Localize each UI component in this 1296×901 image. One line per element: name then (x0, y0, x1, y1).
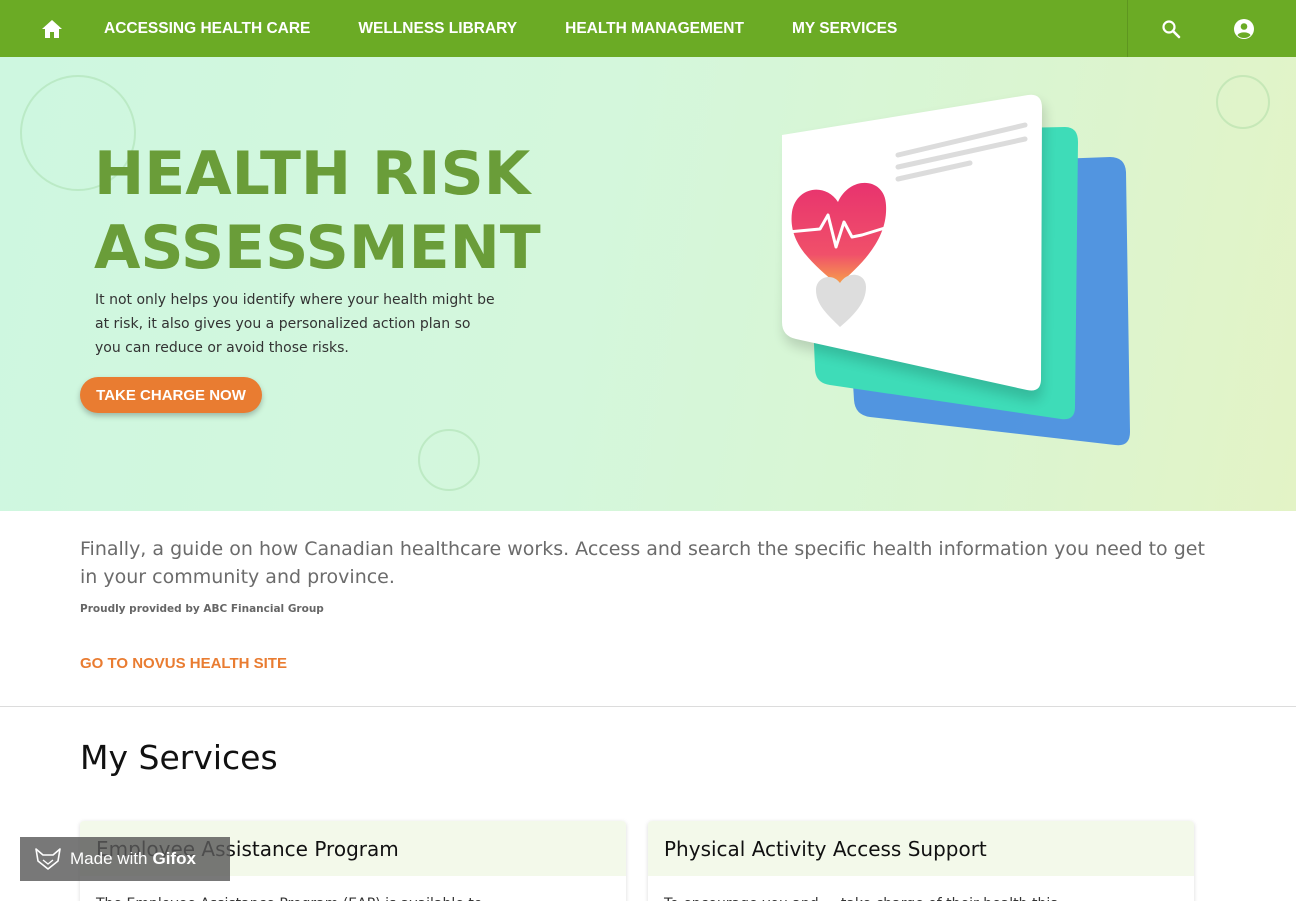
watermark-brand: Gifox (152, 849, 196, 868)
hero-description: It not only helps you identify where you… (95, 292, 495, 356)
nav-wellness-library[interactable]: WELLNESS LIBRARY (358, 20, 517, 38)
account-circle-icon (1234, 18, 1254, 39)
nav-my-services[interactable]: MY SERVICES (792, 20, 897, 38)
novus-health-site-link[interactable]: GO TO NOVUS HEALTH SITE (80, 655, 287, 672)
take-charge-button[interactable]: TAKE CHARGE NOW (80, 377, 262, 413)
services-heading: My Services (80, 738, 278, 777)
hero-title-line2: ASSESSMENT (94, 213, 541, 283)
top-navigation-bar: ACCESSING HEALTH CARE WELLNESS LIBRARY H… (0, 0, 1296, 57)
service-card-body: To encourage you and ... take charge of … (648, 876, 1194, 901)
service-card-title: Physical Activity Access Support (648, 821, 1194, 876)
health-cards-illustration (782, 94, 1130, 446)
fox-logo-icon (35, 848, 61, 870)
decorative-ring (1216, 75, 1270, 129)
service-card-physical-activity[interactable]: Physical Activity Access Support To enco… (648, 821, 1194, 901)
hero-banner: HEALTH RISK ASSESSMENT It not only helps… (0, 57, 1296, 511)
hero-title-line1: HEALTH RISK (94, 139, 531, 209)
nav-accessing-health-care[interactable]: ACCESSING HEALTH CARE (104, 20, 310, 38)
home-icon (42, 19, 62, 38)
section-divider (0, 706, 1296, 707)
nav-health-management[interactable]: HEALTH MANAGEMENT (565, 20, 744, 38)
intro-text: Finally, a guide on how Canadian healthc… (80, 538, 1205, 588)
nav-utility-area (1127, 0, 1296, 57)
watermark-prefix: Made with (70, 849, 148, 868)
search-icon (1162, 19, 1181, 38)
hero-title: HEALTH RISK ASSESSMENT (94, 137, 614, 285)
decorative-ring (418, 429, 480, 491)
provided-by-text: Proudly provided by ABC Financial Group (80, 603, 324, 615)
account-button[interactable] (1214, 18, 1274, 40)
home-button[interactable] (0, 0, 104, 57)
search-button[interactable] (1128, 19, 1214, 39)
gifox-watermark: Made with Gifox (20, 837, 230, 881)
